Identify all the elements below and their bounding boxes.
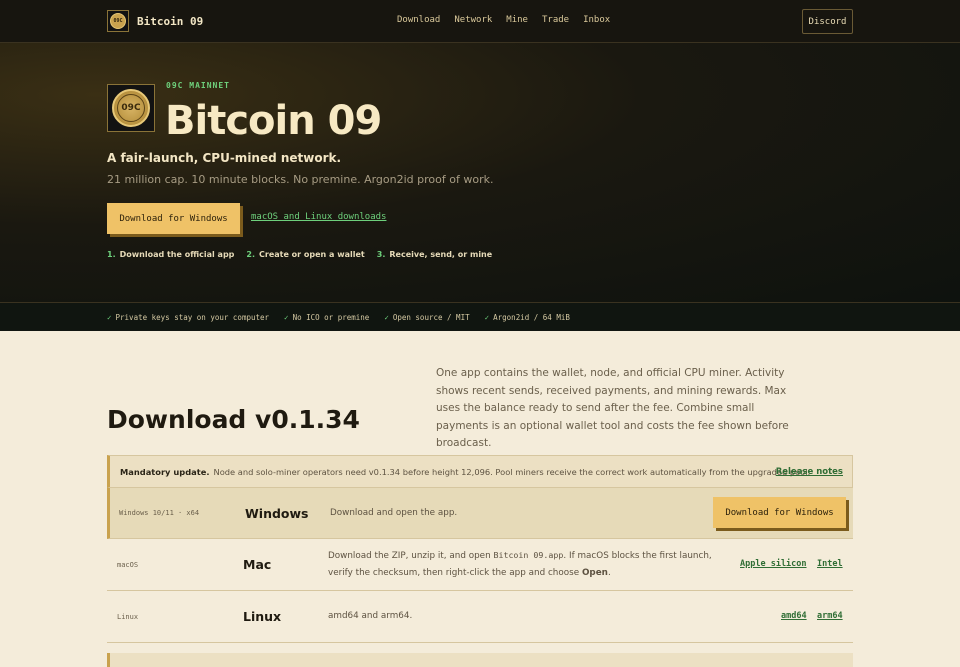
download-blurb: One app contains the wallet, node, and o… bbox=[436, 367, 789, 449]
download-windows-button[interactable]: Download for Windows bbox=[107, 203, 240, 234]
release-notes-link[interactable]: Release notes bbox=[776, 467, 843, 477]
check-icon: ✓ bbox=[384, 312, 389, 322]
hero-logo-text: 09C bbox=[117, 94, 145, 122]
tagline: A fair-launch, CPU-mined network. bbox=[107, 151, 342, 165]
download-row-mac: macOS Mac Download the ZIP, unzip it, an… bbox=[107, 539, 853, 591]
platform-label: macOS bbox=[117, 560, 139, 569]
brand-logo-icon: 09C bbox=[107, 10, 129, 32]
check-icon: ✓ bbox=[107, 312, 112, 322]
platform-label: Windows 10/11 · x64 bbox=[119, 509, 200, 517]
top-nav: 09C Bitcoin 09 Download Network Mine Tra… bbox=[0, 0, 960, 43]
download-title: Download v0.1.34 bbox=[107, 405, 360, 434]
subline: 21 million cap. 10 minute blocks. No pre… bbox=[107, 173, 494, 186]
download-row-linux: Linux Linux amd64 and arm64. amd64 arm64 bbox=[107, 591, 853, 643]
mandatory-update-notice: Mandatory update. Node and solo-miner op… bbox=[107, 455, 853, 488]
hero: 09C 09C MAINNET Bitcoin 09 A fair-launch… bbox=[0, 43, 960, 302]
steps: 1. Download the official app 2. Create or … bbox=[107, 250, 492, 259]
feature-item: ✓ No ICO or premine bbox=[284, 312, 370, 322]
feature-item: ✓ Open source / MIT bbox=[384, 312, 470, 322]
nav-trade[interactable]: Trade bbox=[542, 15, 569, 25]
platform-desc: Download the ZIP, unzip it, and open Bit… bbox=[328, 550, 712, 578]
download-windows-button-row[interactable]: Download for Windows bbox=[713, 497, 846, 528]
arm64-link[interactable]: arm64 bbox=[817, 611, 843, 621]
discord-button[interactable]: Discord bbox=[802, 9, 853, 34]
nav-inbox[interactable]: Inbox bbox=[583, 15, 610, 25]
notice-text: Node and solo-miner operators need v0.1.… bbox=[213, 466, 811, 477]
check-icon: ✓ bbox=[484, 312, 490, 322]
nav-download[interactable]: Download bbox=[397, 15, 440, 25]
amd64-link[interactable]: amd64 bbox=[781, 611, 807, 621]
notice-label: Mandatory update. bbox=[120, 466, 210, 477]
page-title: Bitcoin 09 bbox=[165, 98, 382, 144]
platform-desc: Download and open the app. bbox=[330, 507, 458, 518]
intel-link[interactable]: Intel bbox=[817, 559, 843, 569]
platform-name: Windows bbox=[245, 505, 309, 521]
mac-linux-downloads-link[interactable]: macOS and Linux downloads bbox=[251, 212, 386, 222]
platform-name: Mac bbox=[243, 557, 272, 572]
platform-name: Linux bbox=[243, 609, 282, 624]
next-notice-peek bbox=[107, 653, 853, 667]
check-icon: ✓ bbox=[284, 312, 289, 322]
brand-name: Bitcoin 09 bbox=[137, 14, 204, 28]
step-1: 1. Download the official app bbox=[107, 250, 235, 259]
step-2: 2. Create or open a wallet bbox=[246, 250, 365, 259]
nav-links: Download Network Mine Trade Inbox bbox=[397, 15, 610, 25]
eyebrow: 09C MAINNET bbox=[166, 81, 230, 90]
feature-item: ✓ Argon2id / 64 MiB bbox=[484, 312, 570, 322]
platform-label: Linux bbox=[117, 612, 139, 621]
download-row-windows: Windows 10/11 · x64 Windows Download and… bbox=[107, 488, 853, 539]
step-3: 3. Receive, send, or mine bbox=[376, 250, 493, 259]
nav-network[interactable]: Network bbox=[454, 15, 492, 25]
brand[interactable]: 09C Bitcoin 09 bbox=[107, 10, 203, 32]
feature-strip: ✓ Private keys stay on your computer ✓ No … bbox=[0, 302, 960, 331]
nav-mine[interactable]: Mine bbox=[506, 15, 528, 25]
hero-logo-icon: 09C bbox=[107, 84, 155, 132]
feature-item: ✓ Private keys stay on your computer bbox=[107, 312, 270, 322]
platform-desc: amd64 and arm64. bbox=[328, 611, 413, 621]
apple-silicon-link[interactable]: Apple silicon bbox=[740, 559, 807, 569]
brand-logo-text: 09C bbox=[113, 18, 123, 24]
